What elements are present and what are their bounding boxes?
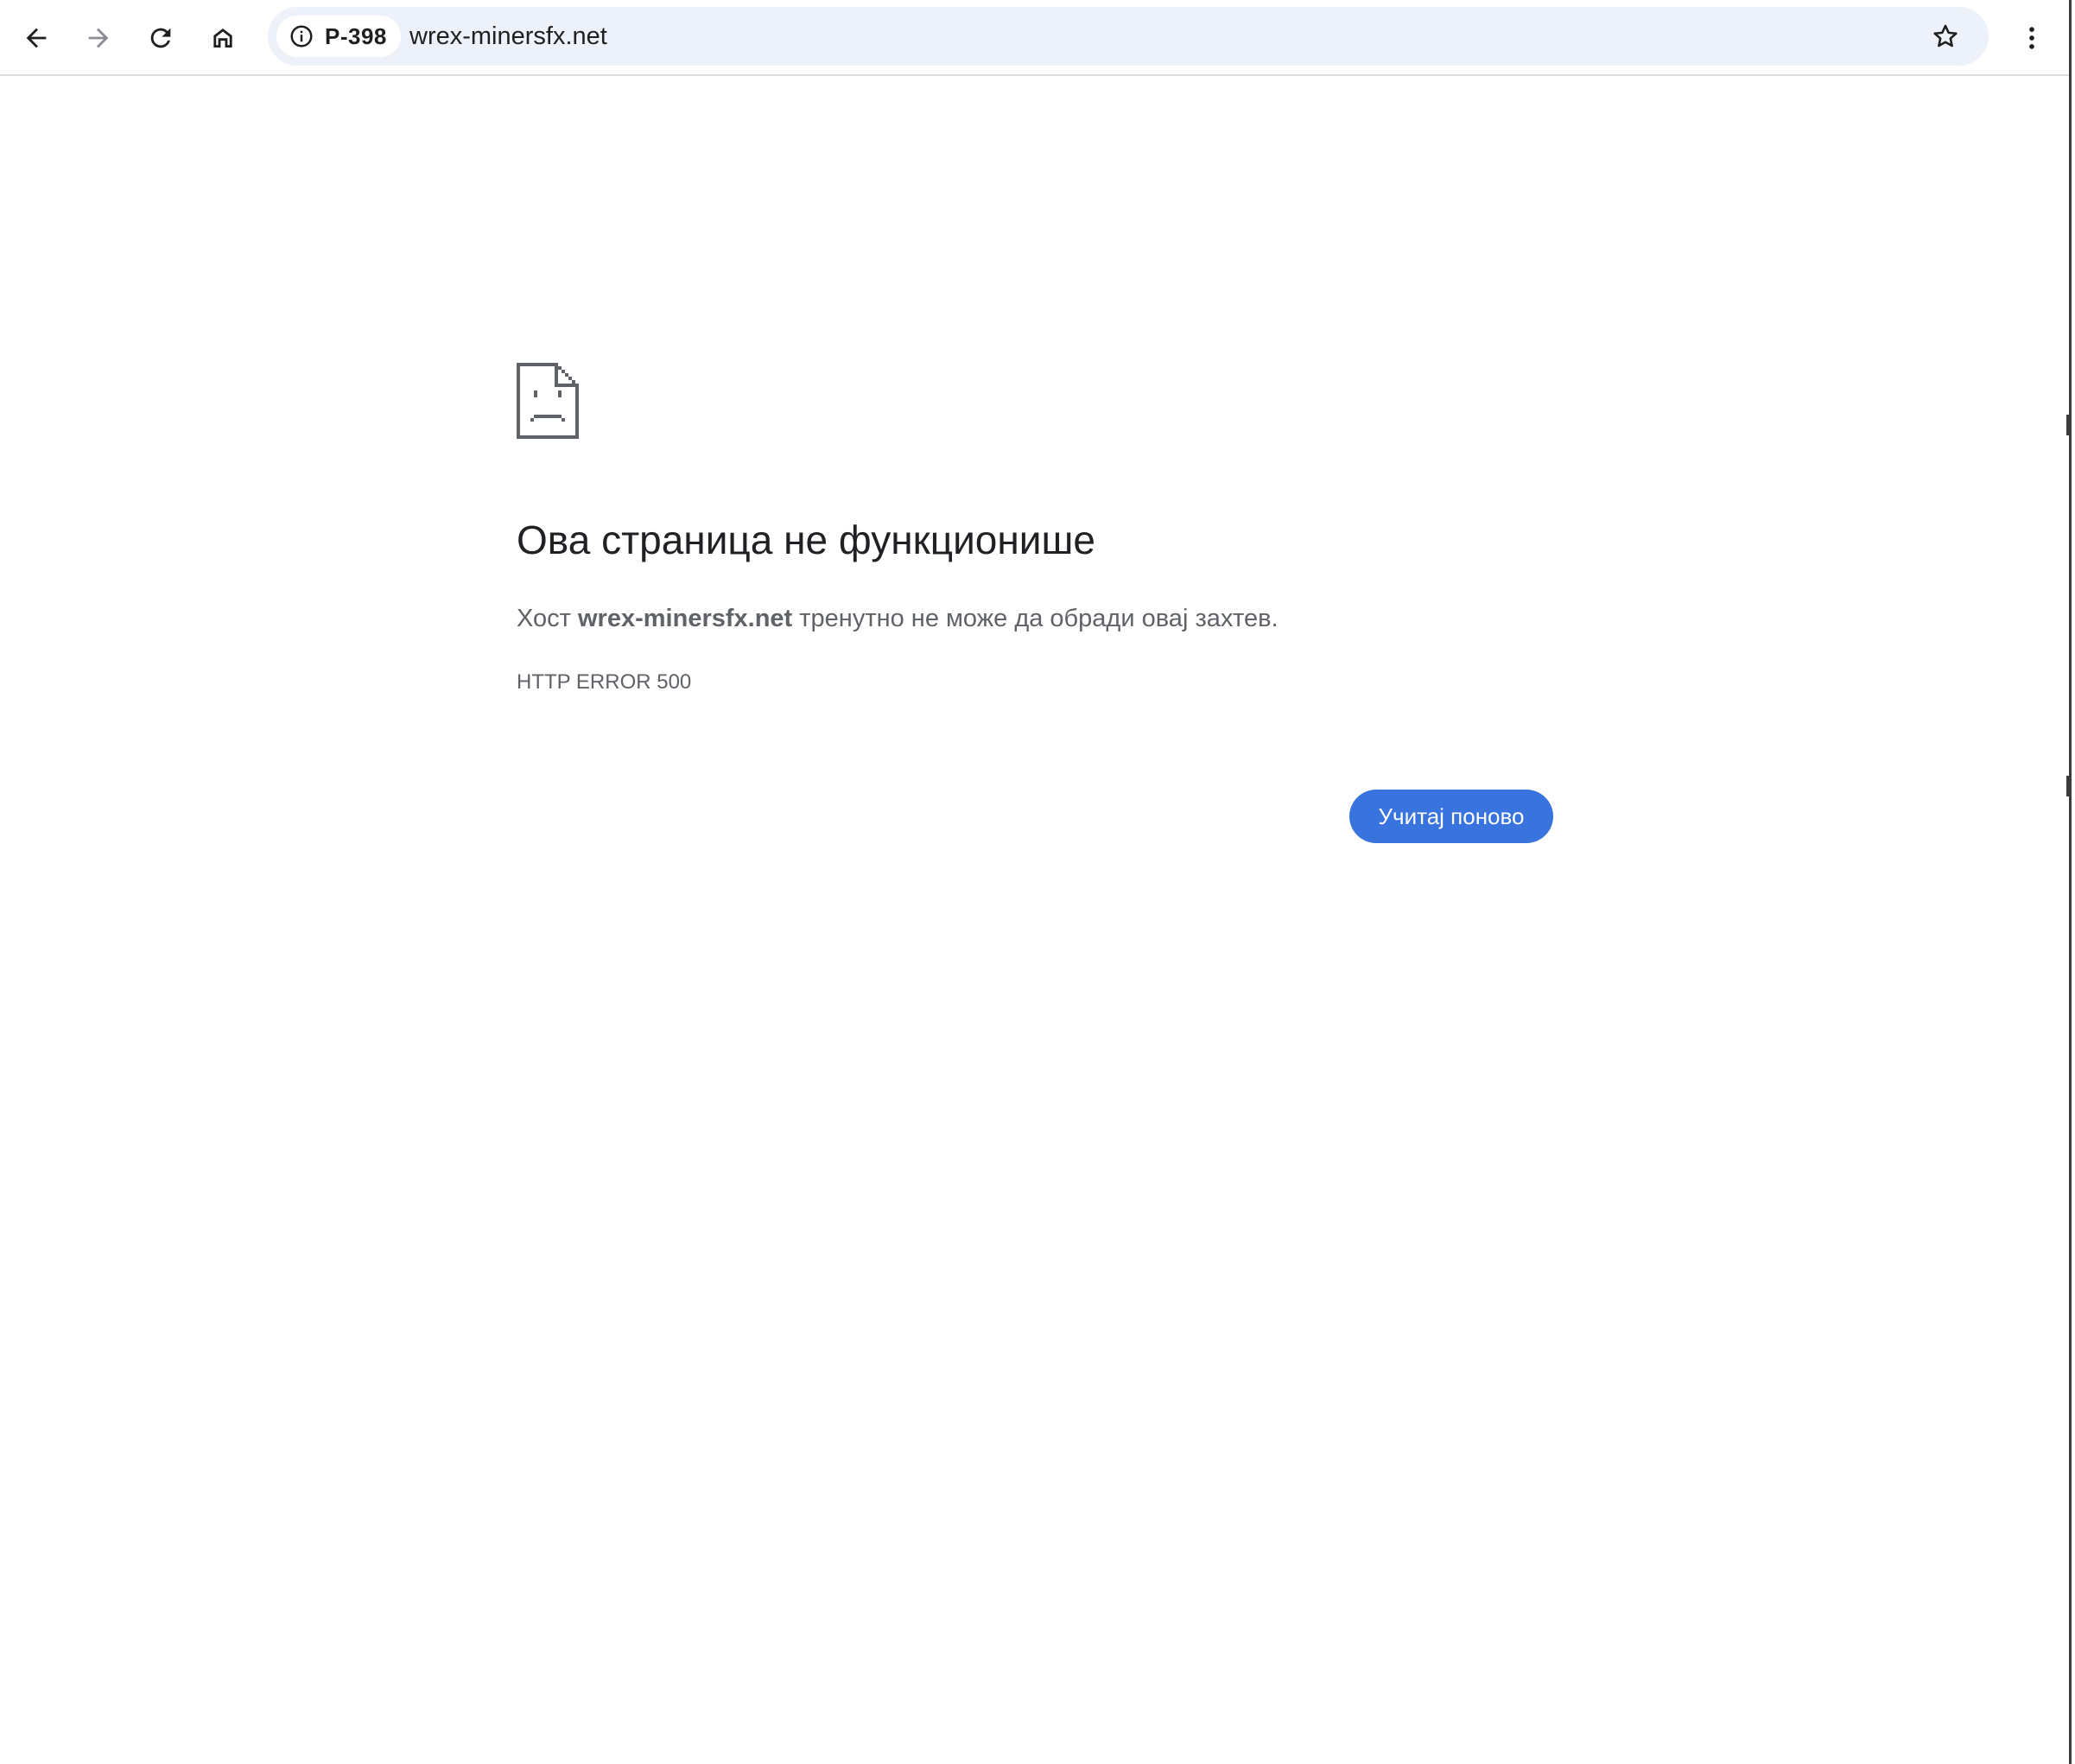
arrow-right-icon (88, 28, 109, 48)
error-desc-suffix: тренутно не може да обради овај захтев. (792, 605, 1279, 632)
url-text[interactable]: wrex-minersfx.net (409, 7, 607, 66)
browser-toolbar: P-398 wrex-minersfx.net (0, 0, 2069, 76)
error-title: Ова страница не функционише (517, 517, 1095, 562)
sad-page-icon (517, 363, 579, 439)
menu-button[interactable] (2006, 12, 2058, 64)
reload-button-toolbar[interactable] (135, 12, 187, 64)
reload-button[interactable]: Учитај поново (1349, 790, 1553, 843)
scrollbar-marker (2066, 776, 2069, 796)
security-chip-label: P-398 (325, 22, 387, 49)
address-bar[interactable]: P-398 wrex-minersfx.net (268, 7, 1989, 66)
browser-window: P-398 wrex-minersfx.net Ова страница не … (0, 0, 2072, 1764)
back-button[interactable] (10, 12, 62, 64)
bookmark-button[interactable] (1920, 10, 1971, 62)
home-icon (213, 28, 232, 48)
scrollbar-marker (2066, 415, 2069, 435)
reload-icon (150, 28, 171, 48)
star-icon (1933, 24, 1958, 48)
arrow-left-icon (26, 28, 47, 48)
home-button[interactable] (197, 12, 249, 64)
error-code: HTTP ERROR 500 (517, 670, 692, 694)
kebab-menu-icon (2029, 27, 2034, 49)
info-icon (290, 25, 313, 48)
error-description: Хост wrex-minersfx.net тренутно не може … (517, 605, 1279, 633)
error-host: wrex-minersfx.net (578, 605, 793, 632)
error-desc-prefix: Хост (517, 605, 578, 632)
site-info-chip[interactable]: P-398 (276, 16, 401, 57)
forward-button[interactable] (73, 12, 124, 64)
